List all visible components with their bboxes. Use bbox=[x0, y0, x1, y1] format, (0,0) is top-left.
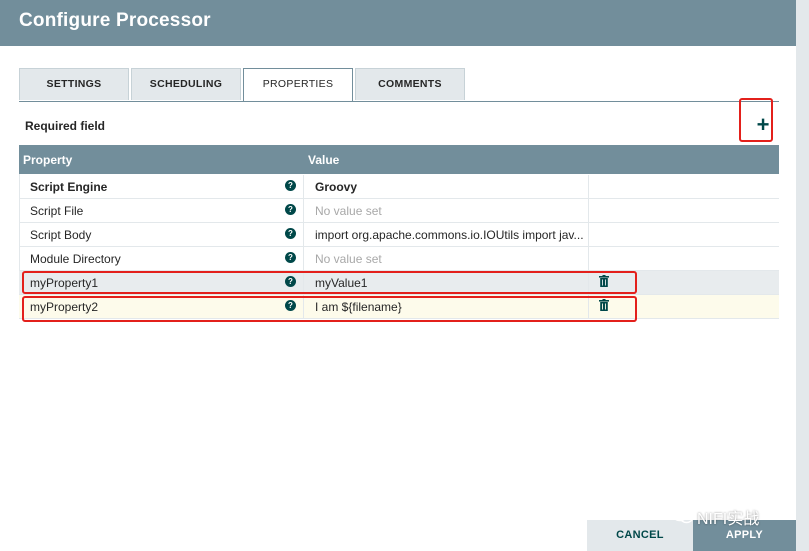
add-property-button[interactable]: + bbox=[752, 114, 774, 138]
dialog-header: Configure Processor bbox=[0, 0, 796, 46]
column-divider bbox=[303, 199, 304, 222]
tab-properties[interactable]: PROPERTIES bbox=[243, 68, 353, 102]
property-name: Script Body bbox=[30, 228, 92, 242]
help-icon[interactable]: ? bbox=[285, 204, 296, 215]
column-header-property: Property bbox=[23, 153, 73, 167]
column-header-value: Value bbox=[308, 153, 340, 167]
wechat-icon bbox=[672, 508, 694, 529]
column-divider bbox=[303, 247, 304, 270]
help-icon[interactable]: ? bbox=[285, 252, 296, 263]
table-row[interactable]: Script Engine ? Groovy bbox=[19, 175, 779, 199]
table-row[interactable]: Module Directory ? No value set bbox=[19, 247, 779, 271]
column-divider bbox=[588, 199, 589, 222]
property-value[interactable]: import org.apache.commons.io.IOUtils imp… bbox=[315, 228, 587, 242]
tab-scheduling[interactable]: SCHEDULING bbox=[131, 68, 241, 100]
table-row[interactable]: myProperty2 ? I am ${filename} bbox=[19, 295, 779, 319]
property-value[interactable]: myValue1 bbox=[315, 276, 587, 290]
column-divider bbox=[588, 175, 589, 198]
watermark-text: NIFI实战 bbox=[697, 511, 760, 528]
help-icon[interactable]: ? bbox=[285, 180, 296, 191]
property-name: myProperty1 bbox=[30, 276, 99, 290]
trash-icon[interactable] bbox=[599, 299, 609, 311]
property-name: Script File bbox=[30, 204, 84, 218]
property-name: Script Engine bbox=[30, 180, 108, 194]
column-divider bbox=[588, 271, 589, 294]
column-divider bbox=[303, 175, 304, 198]
help-icon[interactable]: ? bbox=[285, 276, 296, 287]
dialog-title: Configure Processor bbox=[19, 10, 211, 31]
property-name: Module Directory bbox=[30, 252, 121, 266]
watermark: NIFI实战 bbox=[672, 505, 759, 529]
required-field-label: Required field bbox=[25, 119, 106, 133]
property-value[interactable]: No value set bbox=[315, 204, 587, 218]
property-name: myProperty2 bbox=[30, 300, 99, 314]
table-row[interactable]: Script File ? No value set bbox=[19, 199, 779, 223]
table-row[interactable]: Script Body ? import org.apache.commons.… bbox=[19, 223, 779, 247]
column-divider bbox=[588, 295, 589, 318]
column-divider bbox=[588, 247, 589, 270]
column-divider bbox=[303, 223, 304, 246]
property-value[interactable]: No value set bbox=[315, 252, 587, 266]
property-value[interactable]: Groovy bbox=[315, 180, 587, 194]
column-divider bbox=[588, 223, 589, 246]
column-divider bbox=[303, 295, 304, 318]
column-divider bbox=[303, 271, 304, 294]
help-icon[interactable]: ? bbox=[285, 228, 296, 239]
tab-settings[interactable]: SETTINGS bbox=[19, 68, 129, 100]
trash-icon[interactable] bbox=[599, 275, 609, 287]
table-row[interactable]: myProperty1 ? myValue1 bbox=[19, 271, 779, 295]
properties-table-header: Property Value bbox=[19, 145, 779, 174]
tab-comments[interactable]: COMMENTS bbox=[355, 68, 465, 100]
scroll-area bbox=[796, 0, 809, 551]
tab-divider bbox=[19, 101, 779, 102]
property-value[interactable]: I am ${filename} bbox=[315, 300, 587, 314]
help-icon[interactable]: ? bbox=[285, 300, 296, 311]
